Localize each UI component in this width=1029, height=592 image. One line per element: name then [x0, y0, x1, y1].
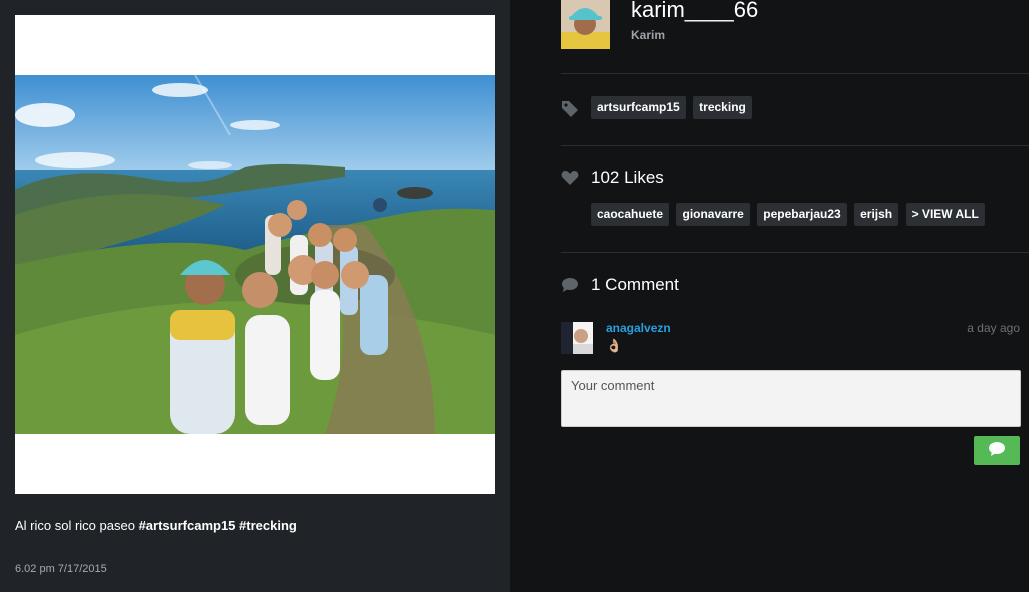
- speech-bubble-icon: [561, 277, 579, 295]
- post-photo[interactable]: [15, 75, 495, 434]
- caption-text: Al rico sol rico paseo: [15, 518, 135, 533]
- post-timestamp: 6.02 pm 7/17/2015: [15, 563, 107, 575]
- landscape-selfie-image: [15, 75, 495, 434]
- hashtag-link[interactable]: #trecking: [239, 518, 297, 533]
- divider: [561, 145, 1029, 146]
- comment-input[interactable]: [561, 370, 1021, 427]
- photo-frame: [15, 15, 495, 494]
- liker-pill[interactable]: caocahuete: [591, 203, 670, 226]
- commenter-avatar[interactable]: [561, 322, 593, 354]
- comment-author-link[interactable]: anagalvezn: [606, 321, 671, 335]
- liker-pill[interactable]: erijsh: [854, 203, 899, 226]
- send-comment-button[interactable]: [974, 436, 1020, 465]
- avatar-image: [561, 0, 610, 49]
- comment-text: 👌🏼: [606, 338, 623, 353]
- divider: [561, 252, 1029, 253]
- likes-count[interactable]: 102 Likes: [591, 168, 664, 188]
- tag-list: artsurfcamp15 trecking: [591, 96, 755, 119]
- user-avatar[interactable]: [561, 0, 610, 49]
- comment-time: a day ago: [967, 321, 1020, 335]
- tag-icon: [561, 99, 579, 117]
- divider: [561, 73, 1029, 74]
- post-caption: Al rico sol rico paseo #artsurfcamp15 #t…: [15, 518, 297, 533]
- chat-bubble-icon: [988, 441, 1006, 460]
- hashtag-link[interactable]: #artsurfcamp15: [139, 518, 236, 533]
- user-full-name: Karim: [631, 28, 666, 42]
- comments-count: 1 Comment: [591, 275, 679, 294]
- liker-pill[interactable]: gionavarre: [676, 203, 750, 226]
- view-all-likes-button[interactable]: > VIEW ALL: [905, 203, 985, 226]
- liker-pill[interactable]: pepebarjau23: [757, 203, 847, 226]
- post-details-panel: karim____66 Karim artsurfcamp15 trecking…: [510, 0, 1029, 592]
- heart-icon[interactable]: [561, 170, 579, 188]
- tag-pill[interactable]: trecking: [693, 96, 752, 119]
- tag-pill[interactable]: artsurfcamp15: [591, 96, 686, 119]
- username-link[interactable]: karim____66: [631, 0, 758, 23]
- commenter-avatar-image: [561, 322, 593, 354]
- post-media-panel: Al rico sol rico paseo #artsurfcamp15 #t…: [0, 0, 510, 592]
- likers-list: caocahuete gionavarre pepebarjau23 erijs…: [591, 203, 988, 226]
